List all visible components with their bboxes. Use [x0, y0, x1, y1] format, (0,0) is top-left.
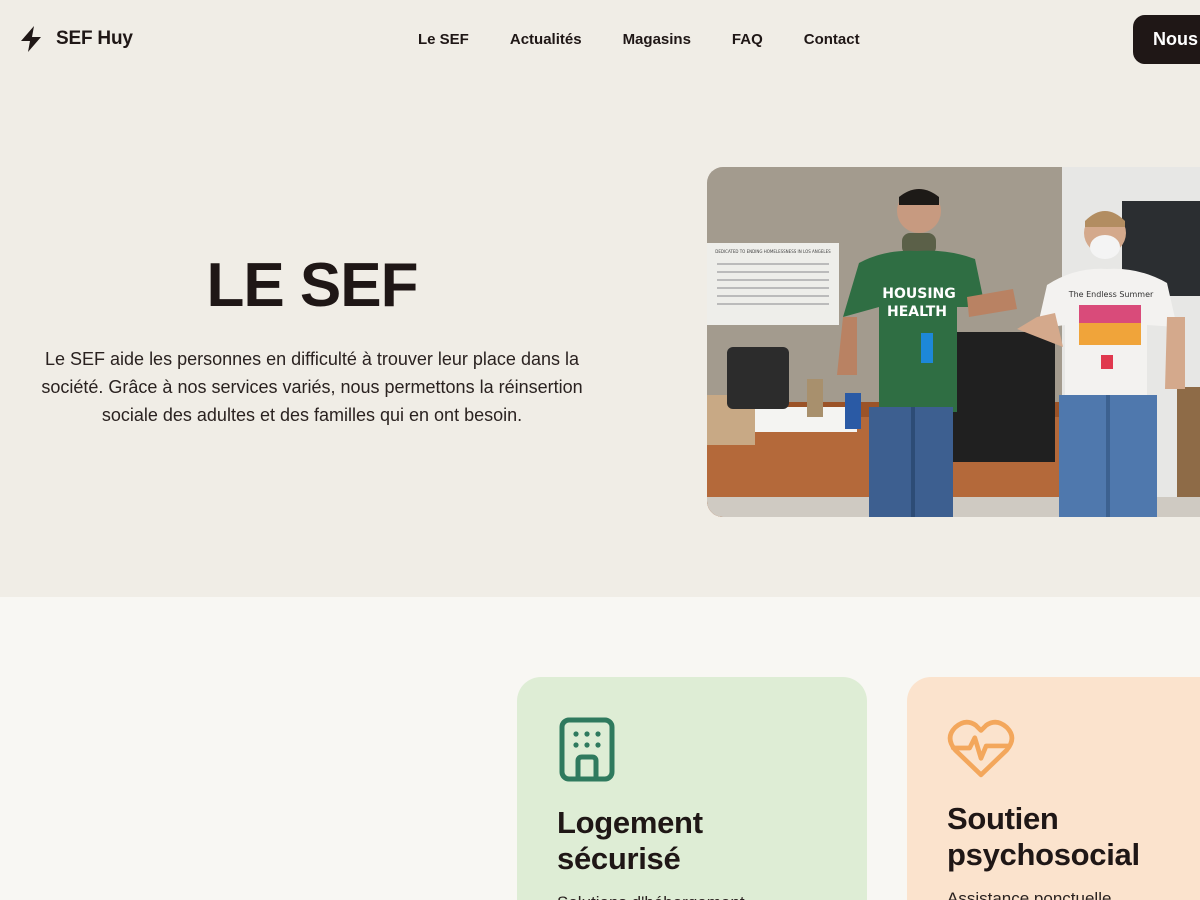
- service-title-logement: Logement sécurisé: [557, 805, 703, 876]
- nav-link-le-sef[interactable]: Le SEF: [418, 31, 469, 48]
- main-nav: Le SEF Actualités Magasins FAQ Contact: [418, 31, 860, 48]
- page-title: LE SEF: [206, 251, 418, 320]
- lightning-bolt-icon: [21, 26, 41, 52]
- nav-link-actualites[interactable]: Actualités: [510, 31, 582, 48]
- services-section: Logement sécurisé Solutions d'hébergemen…: [0, 597, 1200, 900]
- shirt-text-health: HEALTH: [887, 304, 947, 320]
- site-header: SEF Huy Le SEF Actualités Magasins FAQ C…: [0, 0, 1200, 80]
- nav-link-magasins[interactable]: Magasins: [623, 31, 691, 48]
- hero-photo: DEDICATED TO ENDING HOMELESSNESS IN LOS …: [707, 167, 1200, 517]
- building-icon: [559, 717, 615, 782]
- heart-pulse-icon: [947, 719, 1015, 778]
- service-title-psychosocial: Soutien psychosocial: [947, 801, 1140, 872]
- brand-logo[interactable]: SEF Huy: [20, 26, 133, 52]
- nav-link-faq[interactable]: FAQ: [732, 31, 763, 48]
- shirt-text-housing: HOUSING: [882, 286, 956, 302]
- cta-button[interactable]: Nous: [1133, 15, 1200, 64]
- nav-link-contact[interactable]: Contact: [804, 31, 860, 48]
- brand-name: SEF Huy: [56, 28, 133, 49]
- service-description-logement: Solutions d'hébergement: [557, 891, 827, 900]
- service-description-psychosocial: Assistance ponctuelle: [947, 889, 1112, 900]
- plaque-text: DEDICATED TO ENDING HOMELESSNESS IN LOS …: [715, 249, 831, 254]
- hero-section: LE SEF Le SEF aide les personnes en diff…: [0, 80, 1200, 597]
- service-card-psychosocial[interactable]: Soutien psychosocial Assistance ponctuel…: [907, 677, 1200, 900]
- shirt-text-endless-summer: The Endless Summer: [1068, 290, 1154, 299]
- photo-illustration: DEDICATED TO ENDING HOMELESSNESS IN LOS …: [707, 167, 1200, 517]
- service-card-logement[interactable]: Logement sécurisé Solutions d'hébergemen…: [517, 677, 867, 900]
- hero-description: Le SEF aide les personnes en difficulté …: [41, 349, 583, 425]
